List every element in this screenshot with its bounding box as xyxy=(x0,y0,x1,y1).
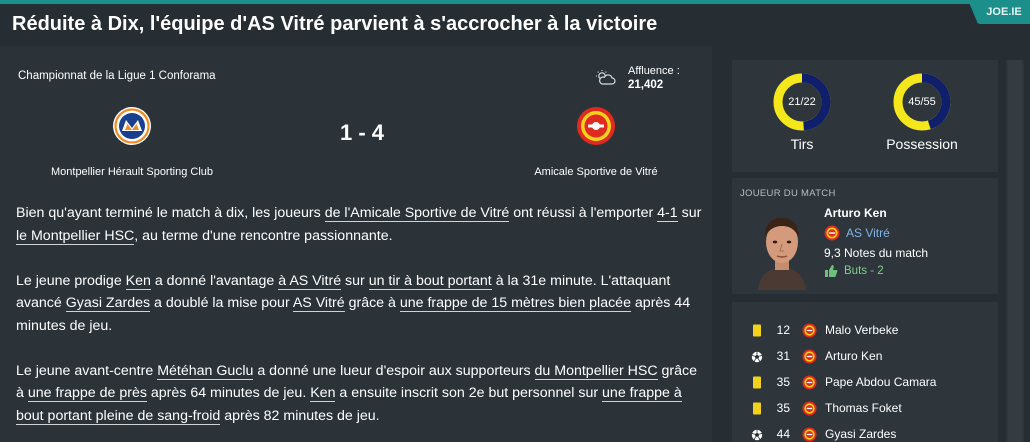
possession-label: Possession xyxy=(886,136,958,152)
as-vitre-crest-icon xyxy=(802,427,817,442)
away-team-name[interactable]: Amicale Sportive de Vitré xyxy=(484,166,708,178)
article-body: Bien qu'ayant terminé le match à dix, le… xyxy=(16,202,706,442)
article-link[interactable]: 4-1 xyxy=(657,205,678,222)
article-text: Le jeune prodige xyxy=(16,272,126,289)
event-player[interactable]: Arturo Ken xyxy=(825,349,882,363)
article-text: grâce à xyxy=(344,295,400,311)
event-player[interactable]: Malo Verbeke xyxy=(825,323,898,337)
as-vitre-crest-icon xyxy=(802,375,817,390)
match-stats-card: 21/22 Tirs 45/55 Possession xyxy=(732,60,998,172)
article-paragraph-1: Bien qu'ayant terminé le match à dix, le… xyxy=(16,202,706,247)
article-link[interactable]: Ken xyxy=(125,272,151,290)
yellow-card-icon xyxy=(752,376,762,389)
home-team-name[interactable]: Montpellier Hérault Sporting Club xyxy=(20,166,244,178)
event-player[interactable]: Gyasi Zardes xyxy=(825,427,896,441)
attendance-value: 21,402 xyxy=(628,79,664,91)
event-row[interactable]: 35 Pape Abdou Camara xyxy=(732,370,998,396)
event-player[interactable]: Pape Abdou Camara xyxy=(825,375,936,389)
event-minute: 35 xyxy=(776,375,790,389)
possession-value: 45/55 xyxy=(908,96,936,108)
article-text: après 64 minutes de jeu. xyxy=(146,385,311,401)
event-minute: 31 xyxy=(776,349,790,363)
article-link[interactable]: de l'Amicale Sportive de Vitré xyxy=(324,205,510,222)
event-row[interactable]: 35 Thomas Foket xyxy=(732,396,998,422)
football-icon xyxy=(751,428,763,441)
article-link[interactable]: Météhan Guclu xyxy=(157,362,254,380)
potm-rating: 9,3 Notes du match xyxy=(824,246,929,260)
attendance-label: Affluence : xyxy=(628,65,680,77)
potm-title: JOUEUR DU MATCH xyxy=(740,188,836,199)
article-link[interactable]: Gyasi Zardes xyxy=(65,295,151,312)
shots-label: Tirs xyxy=(790,136,814,152)
match-report-panel: Championnat de la Ligue 1 Conforama Affl… xyxy=(0,46,712,442)
football-icon xyxy=(751,350,763,363)
source-tag[interactable]: JOE.IE xyxy=(968,0,1030,24)
potm-player-name[interactable]: Arturo Ken xyxy=(824,206,887,220)
thumbs-up-icon xyxy=(825,265,838,277)
as-vitre-crest-icon xyxy=(802,349,817,364)
event-minute: 35 xyxy=(776,401,790,415)
article-text: après 82 minutes de jeu. xyxy=(220,407,380,424)
event-minute: 44 xyxy=(776,427,790,441)
article-text: a donné une lueur d'espoir aux supporteu… xyxy=(253,362,535,379)
article-link[interactable]: Ken xyxy=(310,385,336,402)
yellow-card-icon xyxy=(752,324,762,337)
as-vitre-crest-icon[interactable] xyxy=(576,106,616,146)
article-text: , au terme d'une rencontre passionnante. xyxy=(134,227,393,244)
article-paragraph-3: Le jeune avant-centre Météhan Guclu a do… xyxy=(16,360,706,428)
event-row[interactable]: 12 Malo Verbeke xyxy=(732,318,998,344)
article-paragraph-2: Le jeune prodige Ken a donné l'avantage … xyxy=(16,270,706,338)
as-vitre-crest-icon xyxy=(802,323,817,338)
event-minute: 12 xyxy=(776,323,790,337)
article-link[interactable]: un tir à bout portant xyxy=(368,272,492,290)
cloud-sun-icon xyxy=(596,70,616,85)
article-text: sur xyxy=(341,272,369,289)
potm-club-link[interactable]: AS Vitré xyxy=(846,226,890,240)
article-link[interactable]: du Montpellier HSC xyxy=(534,362,658,380)
article-link[interactable]: une frappe de près xyxy=(27,385,147,402)
article-text: a doublé la mise pour xyxy=(150,295,293,311)
shots-value: 21/22 xyxy=(788,96,816,108)
score: 1 - 4 xyxy=(339,120,385,145)
scrollbar-thumb[interactable] xyxy=(1008,60,1022,442)
as-vitre-crest-icon xyxy=(824,225,840,241)
article-text: ont réussi à l'emporter xyxy=(509,205,658,221)
article-text: a ensuite inscrit son 2e but personnel s… xyxy=(335,385,603,401)
news-header: Réduite à Dix, l'équipe d'AS Vitré parvi… xyxy=(0,4,1030,46)
article-text: Le jeune avant-centre xyxy=(16,362,158,379)
article-text: a donné l'avantage xyxy=(150,272,279,289)
possession-ring[interactable]: 45/55 xyxy=(892,72,952,132)
article-link[interactable]: à AS Vitré xyxy=(278,272,342,290)
event-row[interactable]: 31 Arturo Ken xyxy=(732,344,998,370)
player-avatar[interactable] xyxy=(750,206,814,290)
article-link[interactable]: une frappe de 15 mètres bien placée xyxy=(399,295,631,312)
shots-ring[interactable]: 21/22 xyxy=(772,72,832,132)
article-text: sur xyxy=(677,205,702,221)
article-link[interactable]: AS Vitré xyxy=(292,295,345,312)
montpellier-crest-icon[interactable] xyxy=(112,106,152,146)
event-player[interactable]: Thomas Foket xyxy=(825,401,902,415)
match-events-card: 12 Malo Verbeke 31 Arturo Ken 35 Pape Ab… xyxy=(732,302,998,442)
potm-goals: Buts - 2 xyxy=(844,265,884,277)
player-of-the-match-card: JOUEUR DU MATCH Arturo Ken AS Vitré 9,3 … xyxy=(732,178,998,294)
event-row[interactable]: 44 Gyasi Zardes xyxy=(732,422,998,442)
article-text: Bien qu'ayant terminé le match à dix, le… xyxy=(16,205,325,221)
article-link[interactable]: le Montpellier HSC xyxy=(16,227,135,245)
competition-name[interactable]: Championnat de la Ligue 1 Conforama xyxy=(18,70,216,82)
headline: Réduite à Dix, l'équipe d'AS Vitré parvi… xyxy=(12,13,658,35)
yellow-card-icon xyxy=(752,402,762,415)
as-vitre-crest-icon xyxy=(802,401,817,416)
